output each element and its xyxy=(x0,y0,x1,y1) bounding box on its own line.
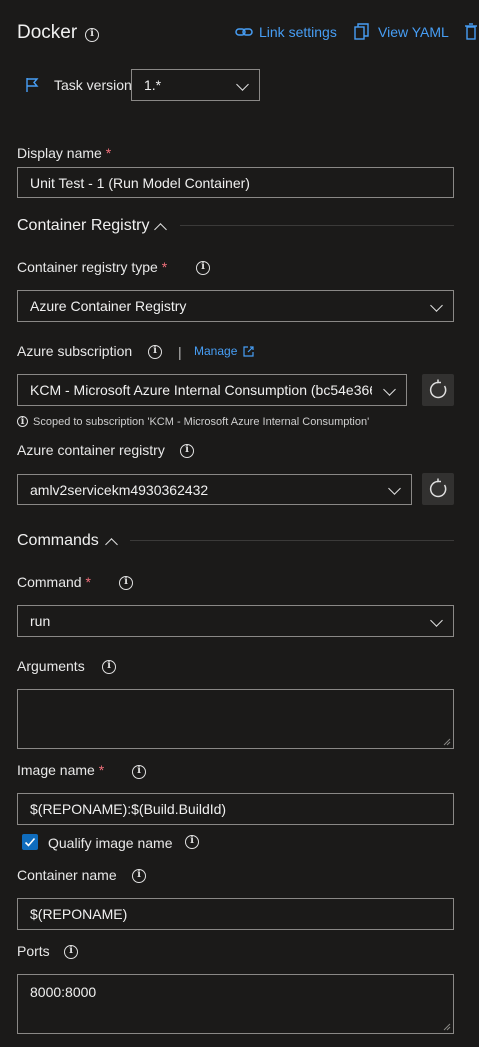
container-name-label: Container name xyxy=(17,867,117,883)
resize-handle xyxy=(443,1023,451,1031)
info-icon[interactable] xyxy=(148,345,162,359)
azure-subscription-dropdown[interactable]: KCM - Microsoft Azure Internal Consumpti… xyxy=(17,374,407,406)
view-yaml-button[interactable]: View YAML xyxy=(378,24,449,40)
link-icon[interactable] xyxy=(235,24,253,40)
info-icon[interactable] xyxy=(64,945,78,959)
info-icon[interactable] xyxy=(180,444,194,458)
info-icon[interactable] xyxy=(119,576,133,590)
info-icon[interactable] xyxy=(102,660,116,674)
link-settings-button[interactable]: Link settings xyxy=(259,24,337,40)
commands-section-title[interactable]: Commands xyxy=(17,532,99,550)
container-name-input[interactable]: $(REPONAME) xyxy=(17,898,454,930)
ports-textarea[interactable]: 8000:8000 xyxy=(17,974,454,1034)
info-icon[interactable] xyxy=(185,835,199,849)
chevron-down-icon xyxy=(430,299,443,312)
external-link-icon[interactable] xyxy=(243,344,254,357)
refresh-icon xyxy=(429,478,447,498)
info-icon[interactable] xyxy=(132,869,146,883)
command-label: Command * xyxy=(17,574,91,590)
display-name-label: Display name * xyxy=(17,145,112,161)
chevron-down-icon xyxy=(430,614,443,627)
copy-icon[interactable] xyxy=(354,23,370,41)
arguments-textarea[interactable] xyxy=(17,689,454,749)
azure-subscription-label: Azure subscription xyxy=(17,343,133,359)
resize-handle xyxy=(443,738,451,746)
task-version-dropdown[interactable]: 1.* xyxy=(131,69,260,101)
qualify-image-name-checkbox[interactable] xyxy=(22,834,38,850)
refresh-icon xyxy=(429,379,447,399)
section-divider xyxy=(180,225,454,226)
container-registry-section-title[interactable]: Container Registry xyxy=(17,217,150,235)
image-name-label: Image name * xyxy=(17,762,105,778)
command-dropdown[interactable]: run xyxy=(17,605,454,637)
chevron-down-icon xyxy=(236,78,249,91)
info-icon xyxy=(17,416,28,427)
azure-container-registry-dropdown[interactable]: amlv2servicekm4930362432 xyxy=(17,474,412,505)
chevron-up-icon[interactable] xyxy=(105,538,118,551)
ports-label: Ports xyxy=(17,943,50,959)
page-title: Docker xyxy=(17,22,78,43)
checkmark-icon xyxy=(24,837,36,847)
chevron-up-icon[interactable] xyxy=(154,223,167,236)
info-icon[interactable] xyxy=(196,261,210,275)
separator: | xyxy=(178,344,182,360)
subscription-scope-note: Scoped to subscription 'KCM - Microsoft … xyxy=(33,416,370,428)
task-version-value: 1.* xyxy=(144,77,162,93)
refresh-registry-button[interactable] xyxy=(422,473,454,505)
manage-link[interactable]: Manage xyxy=(194,344,237,358)
qualify-image-name-label[interactable]: Qualify image name xyxy=(48,835,173,851)
section-divider xyxy=(130,540,454,541)
display-name-input[interactable]: Unit Test - 1 (Run Model Container) xyxy=(17,167,454,198)
registry-type-dropdown[interactable]: Azure Container Registry xyxy=(17,290,454,322)
info-icon[interactable] xyxy=(132,765,146,779)
chevron-down-icon xyxy=(388,482,401,495)
registry-type-label: Container registry type * xyxy=(17,259,168,275)
task-version-label: Task version xyxy=(54,77,132,93)
image-name-input[interactable]: $(REPONAME):$(Build.BuildId) xyxy=(17,793,454,825)
azure-container-registry-label: Azure container registry xyxy=(17,442,165,458)
info-icon[interactable] xyxy=(85,28,99,42)
delete-icon[interactable] xyxy=(464,23,478,41)
arguments-label: Arguments xyxy=(17,658,85,674)
refresh-subscription-button[interactable] xyxy=(422,374,454,406)
flag-icon xyxy=(25,77,39,93)
